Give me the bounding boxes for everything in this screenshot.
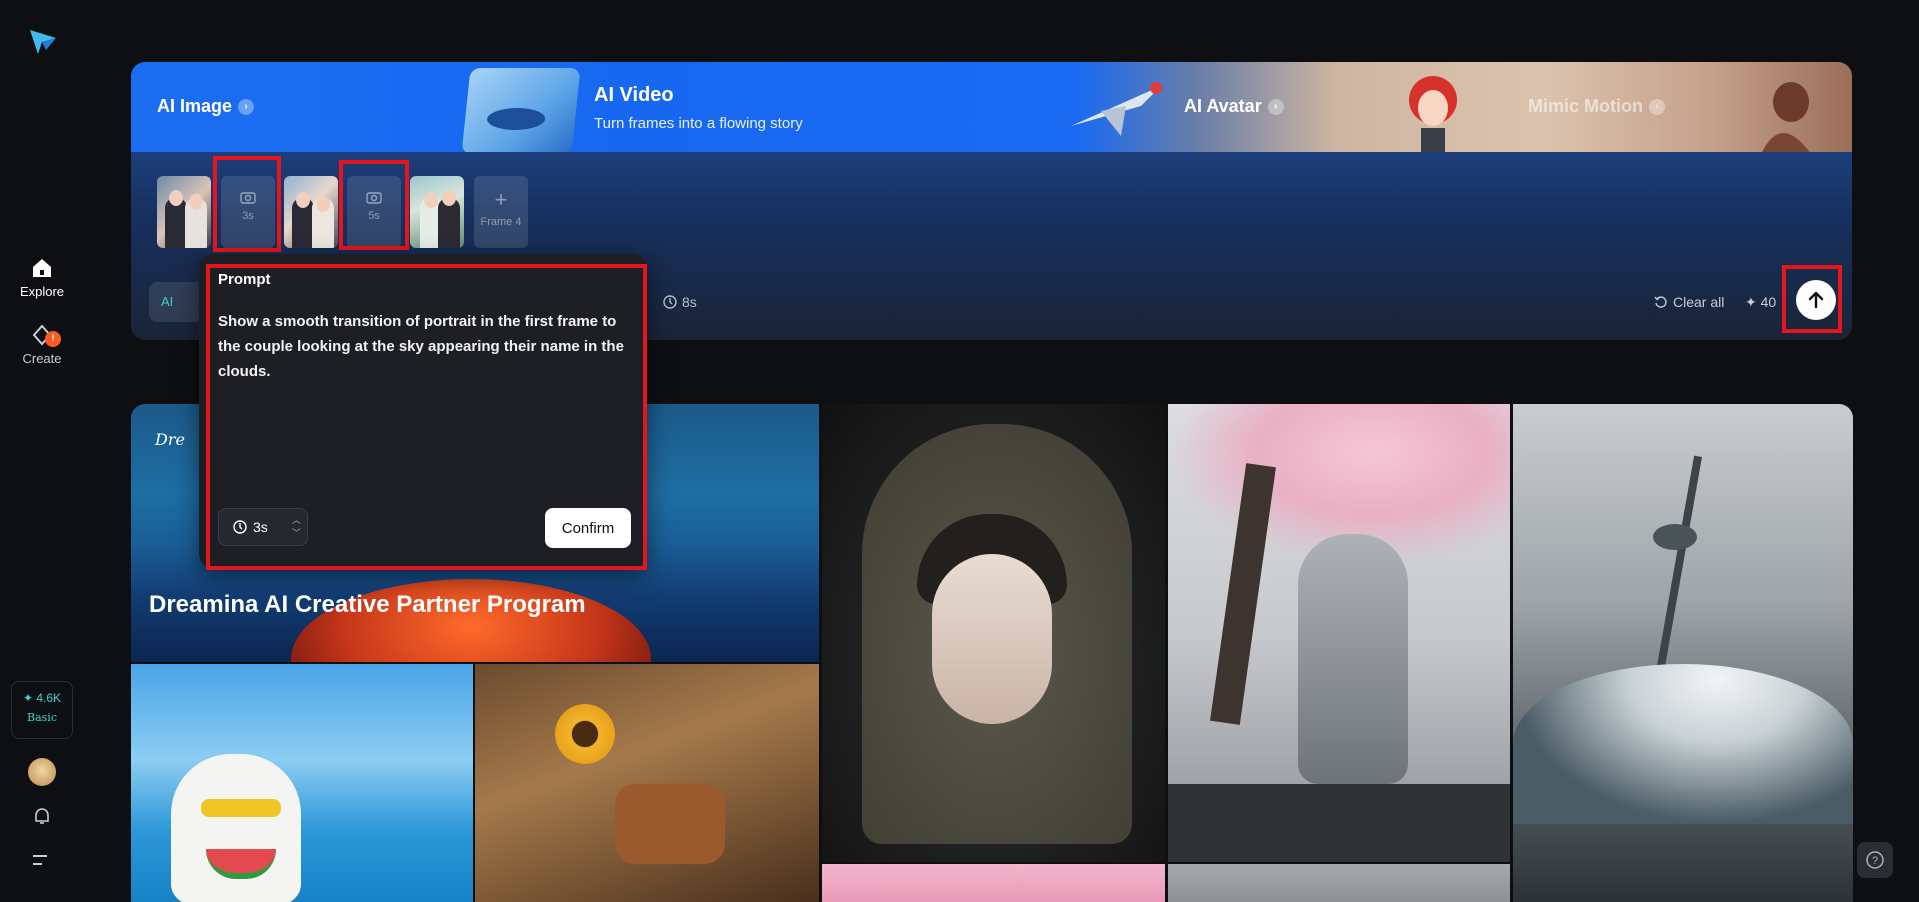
notification-badge: !: [45, 331, 61, 347]
sidebar-item-explore[interactable]: Explore: [0, 256, 84, 299]
frame-2-thumbnail[interactable]: [284, 176, 338, 248]
chevron-right-icon: ›: [1649, 98, 1665, 115]
tab-ai-video[interactable]: AI Video: [594, 84, 674, 107]
frame-3-thumbnail[interactable]: [410, 176, 464, 248]
clear-all-label: Clear all: [1673, 294, 1725, 310]
highlight-box: [1782, 265, 1842, 333]
dreamina-logo[interactable]: [28, 26, 58, 56]
promo-title: Dreamina AI Creative Partner Program: [149, 591, 586, 618]
help-icon: ?: [1866, 851, 1884, 869]
tab-label: Mimic Motion: [1528, 96, 1643, 116]
sidebar-item-label: Explore: [19, 284, 65, 299]
mimic-motion-illustration: [1761, 82, 1811, 154]
sidebar-item-label: Create: [22, 351, 62, 366]
tab-label: AI Avatar: [1184, 96, 1262, 116]
add-frame-button[interactable]: + Frame 4: [474, 176, 528, 248]
mode-banner: AI Image › AI Video Turn frames into a f…: [131, 62, 1852, 154]
gallery-item-gray[interactable]: [1168, 864, 1510, 902]
avatar[interactable]: [28, 758, 56, 786]
reset-icon: [1654, 296, 1667, 308]
total-duration-value: 8s: [682, 294, 697, 310]
highlight-box: [339, 160, 409, 250]
gallery-item-tsunami[interactable]: [1513, 404, 1853, 902]
chevron-right-icon: ›: [238, 98, 255, 115]
mode-label: AI: [161, 294, 174, 309]
gallery-item-cat[interactable]: [131, 664, 473, 902]
tab-mimic-motion[interactable]: Mimic Motion ›: [1528, 96, 1665, 117]
help-button[interactable]: ?: [1857, 842, 1893, 878]
plan-label: Basic: [27, 711, 57, 724]
svg-text:?: ?: [1872, 855, 1878, 867]
total-duration: 8s: [663, 294, 697, 310]
add-frame-label: Frame 4: [480, 216, 522, 228]
clear-all-button[interactable]: Clear all: [1654, 294, 1724, 310]
credits-box[interactable]: ✦ 4.6K Basic: [11, 681, 73, 739]
promo-logo: Dre: [155, 430, 185, 449]
tab-ai-image[interactable]: AI Image ›: [157, 96, 255, 117]
credit-cost: ✦ 40: [1745, 294, 1777, 310]
frame-1-thumbnail[interactable]: [157, 176, 211, 248]
ai-video-thumbnail: [461, 68, 581, 154]
tab-label: AI Image: [157, 96, 233, 116]
highlight-box: [206, 264, 647, 570]
home-icon: [33, 259, 51, 277]
highlight-box: [213, 156, 281, 252]
sidebar-item-create[interactable]: ! Create: [0, 323, 84, 366]
ai-video-subtitle: Turn frames into a flowing story: [594, 115, 803, 132]
chevron-right-icon: ›: [1267, 98, 1284, 115]
gallery-item-robot[interactable]: [1168, 404, 1510, 862]
plane-illustration: [1071, 82, 1162, 136]
menu-icon[interactable]: [33, 853, 51, 869]
avatar-illustration: [1409, 76, 1457, 154]
credits-amount: ✦ 4.6K: [22, 691, 62, 705]
sidebar: Explore ! Create ✦ 4.6K Basic: [0, 0, 84, 902]
gallery-item-veiled-man[interactable]: [822, 404, 1165, 862]
gallery-item-pink[interactable]: [822, 864, 1165, 902]
plus-icon: +: [494, 187, 508, 212]
bell-icon[interactable]: [32, 806, 52, 826]
gallery-item-steampunk[interactable]: [475, 664, 819, 902]
tab-ai-avatar[interactable]: AI Avatar ›: [1184, 96, 1284, 117]
clock-icon: [663, 295, 677, 309]
